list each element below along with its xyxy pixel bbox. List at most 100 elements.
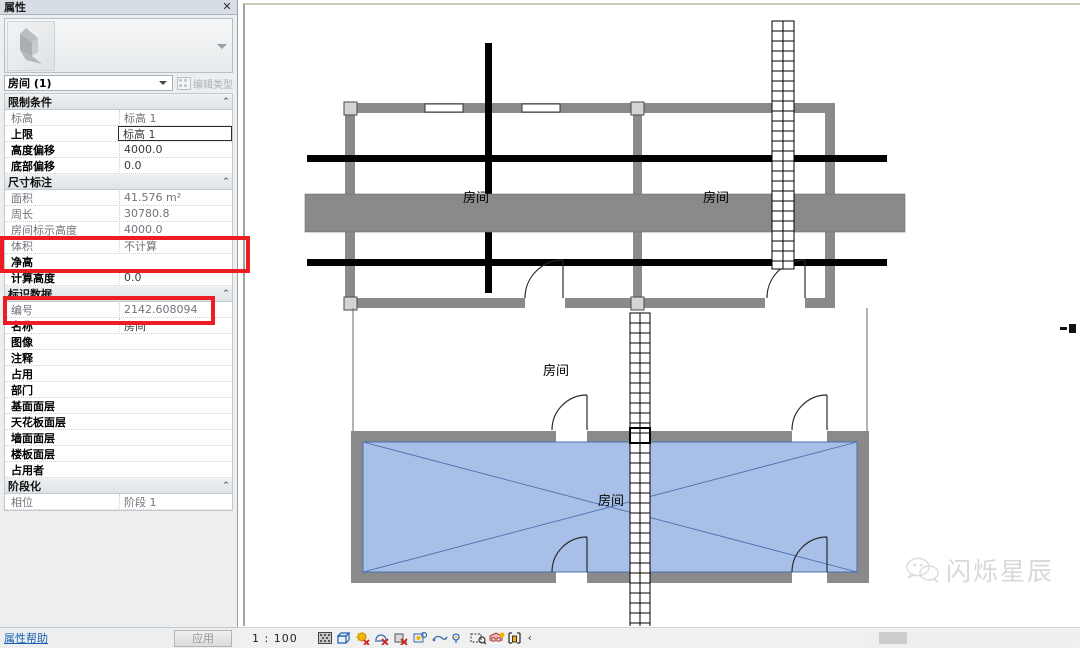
section-band-upper [305, 194, 905, 232]
watermark: 闪烁星辰 [906, 552, 1054, 588]
wechat-icon [906, 557, 940, 583]
reveal-hidden-elements-icon[interactable] [489, 632, 503, 645]
apply-button[interactable]: 应用 [174, 630, 232, 647]
collapse-icon[interactable]: ⌃ [220, 177, 232, 187]
parameter-name: 图像 [5, 334, 119, 350]
parameter-row[interactable]: 天花板面层 [5, 414, 232, 430]
parameter-name: 高度偏移 [5, 142, 119, 158]
parameter-row[interactable]: 部门 [5, 382, 232, 398]
parameter-value[interactable]: 2142.608094 [119, 303, 232, 316]
type-selector[interactable]: 房间 (1) [4, 75, 173, 91]
parameter-row[interactable]: 房间标示高度4000.0 [5, 222, 232, 238]
parameter-name: 标高 [5, 110, 119, 126]
view-control-bar: 1 : 100 [238, 627, 1080, 648]
view-canvas[interactable]: 房间 房间 房间 房间 闪烁星辰 [243, 3, 1080, 626]
parameter-name: 上限 [5, 126, 119, 142]
edit-type-icon [177, 77, 191, 90]
shadows-icon[interactable] [394, 632, 408, 645]
properties-help-link[interactable]: 属性帮助 [4, 630, 48, 646]
room-label-middle: 房间 [543, 360, 569, 379]
lower-plan-upper-doors [552, 395, 827, 430]
view-edge-marker [1060, 323, 1078, 333]
parameter-name: 编号 [5, 302, 119, 318]
view-control-icons [318, 632, 522, 645]
parameter-row[interactable]: 面积41.576 m² [5, 190, 232, 206]
render-dialog-icon[interactable] [413, 632, 427, 645]
parameter-row[interactable]: 占用者 [5, 462, 232, 478]
parameter-name: 楼板面层 [5, 446, 119, 462]
edit-type-button[interactable]: 标高 编辑类型 [177, 76, 233, 91]
parameter-row[interactable]: 底部偏移0.0 [5, 158, 232, 174]
parameter-name: 周长 [5, 206, 119, 222]
parameter-group-label: 阶段化 [8, 478, 220, 494]
detail-level-icon[interactable] [337, 632, 351, 645]
parameter-row[interactable]: 占用 [5, 366, 232, 382]
parameter-name: 部门 [5, 382, 119, 398]
chevron-down-icon[interactable] [159, 81, 167, 85]
parameter-row[interactable]: 图像 [5, 334, 232, 350]
horizontal-scrollbar[interactable] [861, 631, 1076, 645]
parameter-row[interactable]: 上限标高 1 [5, 126, 232, 142]
parameter-row[interactable]: 注释 [5, 350, 232, 366]
parameter-row[interactable]: 基面面层 [5, 398, 232, 414]
parameter-row[interactable]: 编号2142.608094 [5, 302, 232, 318]
stair-lower [630, 313, 650, 626]
parameter-value[interactable]: 不计算 [119, 238, 232, 254]
visual-style-icon[interactable] [356, 632, 370, 645]
collapse-icon[interactable]: ⌃ [220, 289, 232, 299]
chevron-down-icon[interactable] [217, 44, 227, 49]
parameter-value[interactable]: 30780.8 [119, 207, 232, 220]
parameter-value[interactable]: 4000.0 [119, 223, 232, 236]
collapse-icon[interactable]: ⌃ [220, 481, 232, 491]
parameter-value[interactable]: 标高 1 [119, 110, 232, 126]
parameter-name: 占用者 [5, 462, 119, 478]
parameter-value[interactable]: 4000.0 [119, 143, 232, 156]
collapse-icon[interactable]: ⌃ [220, 97, 232, 107]
scrollbar-thumb[interactable] [879, 632, 907, 644]
parameter-value[interactable]: 0.0 [119, 159, 232, 172]
parameter-name: 面积 [5, 190, 119, 206]
close-icon[interactable]: ✕ [221, 1, 233, 13]
parameter-group-label: 尺寸标注 [8, 174, 220, 190]
parameter-group-label: 标识数据 [8, 286, 220, 302]
parameter-name: 净高 [5, 254, 119, 270]
parameter-row[interactable]: 名称房间 [5, 318, 232, 334]
chevron-left-icon[interactable]: ‹ [528, 633, 532, 644]
type-selector-row: 房间 (1) 标高 编辑类型 [4, 75, 233, 91]
parameter-group-header[interactable]: 阶段化⌃ [5, 478, 232, 494]
parameter-row[interactable]: 相位阶段 1 [5, 494, 232, 510]
parameter-row[interactable]: 墙面面层 [5, 430, 232, 446]
temporary-hide-isolate-icon[interactable] [470, 632, 484, 645]
parameter-name: 体积 [5, 238, 119, 254]
parameter-row[interactable]: 高度偏移4000.0 [5, 142, 232, 158]
parameter-name: 计算高度 [5, 270, 119, 286]
view-scale[interactable]: 1 : 100 [252, 632, 298, 645]
parameter-row[interactable]: 体积不计算 [5, 238, 232, 254]
parameter-value[interactable]: 0.0 [119, 271, 232, 284]
parameter-row[interactable]: 楼板面层 [5, 446, 232, 462]
parameter-value[interactable]: 41.576 m² [119, 191, 232, 204]
parameter-value[interactable]: 标高 1 [118, 126, 232, 141]
parameter-group-header[interactable]: 标识数据⌃ [5, 286, 232, 302]
parameter-row[interactable]: 计算高度0.0 [5, 270, 232, 286]
watermark-text: 闪烁星辰 [946, 552, 1054, 588]
parameter-group-header[interactable]: 限制条件⌃ [5, 94, 232, 110]
element-preview [4, 18, 233, 73]
worksharing-display-icon[interactable] [508, 632, 522, 645]
room-label-selected: 房间 [598, 490, 624, 509]
crop-view-icon[interactable] [432, 632, 446, 645]
sun-path-icon[interactable] [375, 632, 389, 645]
parameter-group-header[interactable]: 尺寸标注⌃ [5, 174, 232, 190]
parameter-row[interactable]: 周长30780.8 [5, 206, 232, 222]
parameter-value[interactable]: 阶段 1 [119, 494, 232, 510]
parameter-row[interactable]: 净高 [5, 254, 232, 270]
drawing-area[interactable]: 房间 房间 房间 房间 闪烁星辰 [238, 0, 1080, 648]
scale-icon[interactable] [318, 632, 332, 645]
stair-upper [772, 21, 794, 269]
parameter-name: 占用 [5, 366, 119, 382]
show-crop-icon[interactable] [451, 632, 465, 645]
room-label-upper-left: 房间 [463, 187, 489, 206]
parameter-table: 限制条件⌃标高标高 1上限标高 1高度偏移4000.0底部偏移0.0尺寸标注⌃面… [4, 93, 233, 511]
parameter-row[interactable]: 标高标高 1 [5, 110, 232, 126]
parameter-value[interactable]: 房间 [119, 318, 232, 334]
